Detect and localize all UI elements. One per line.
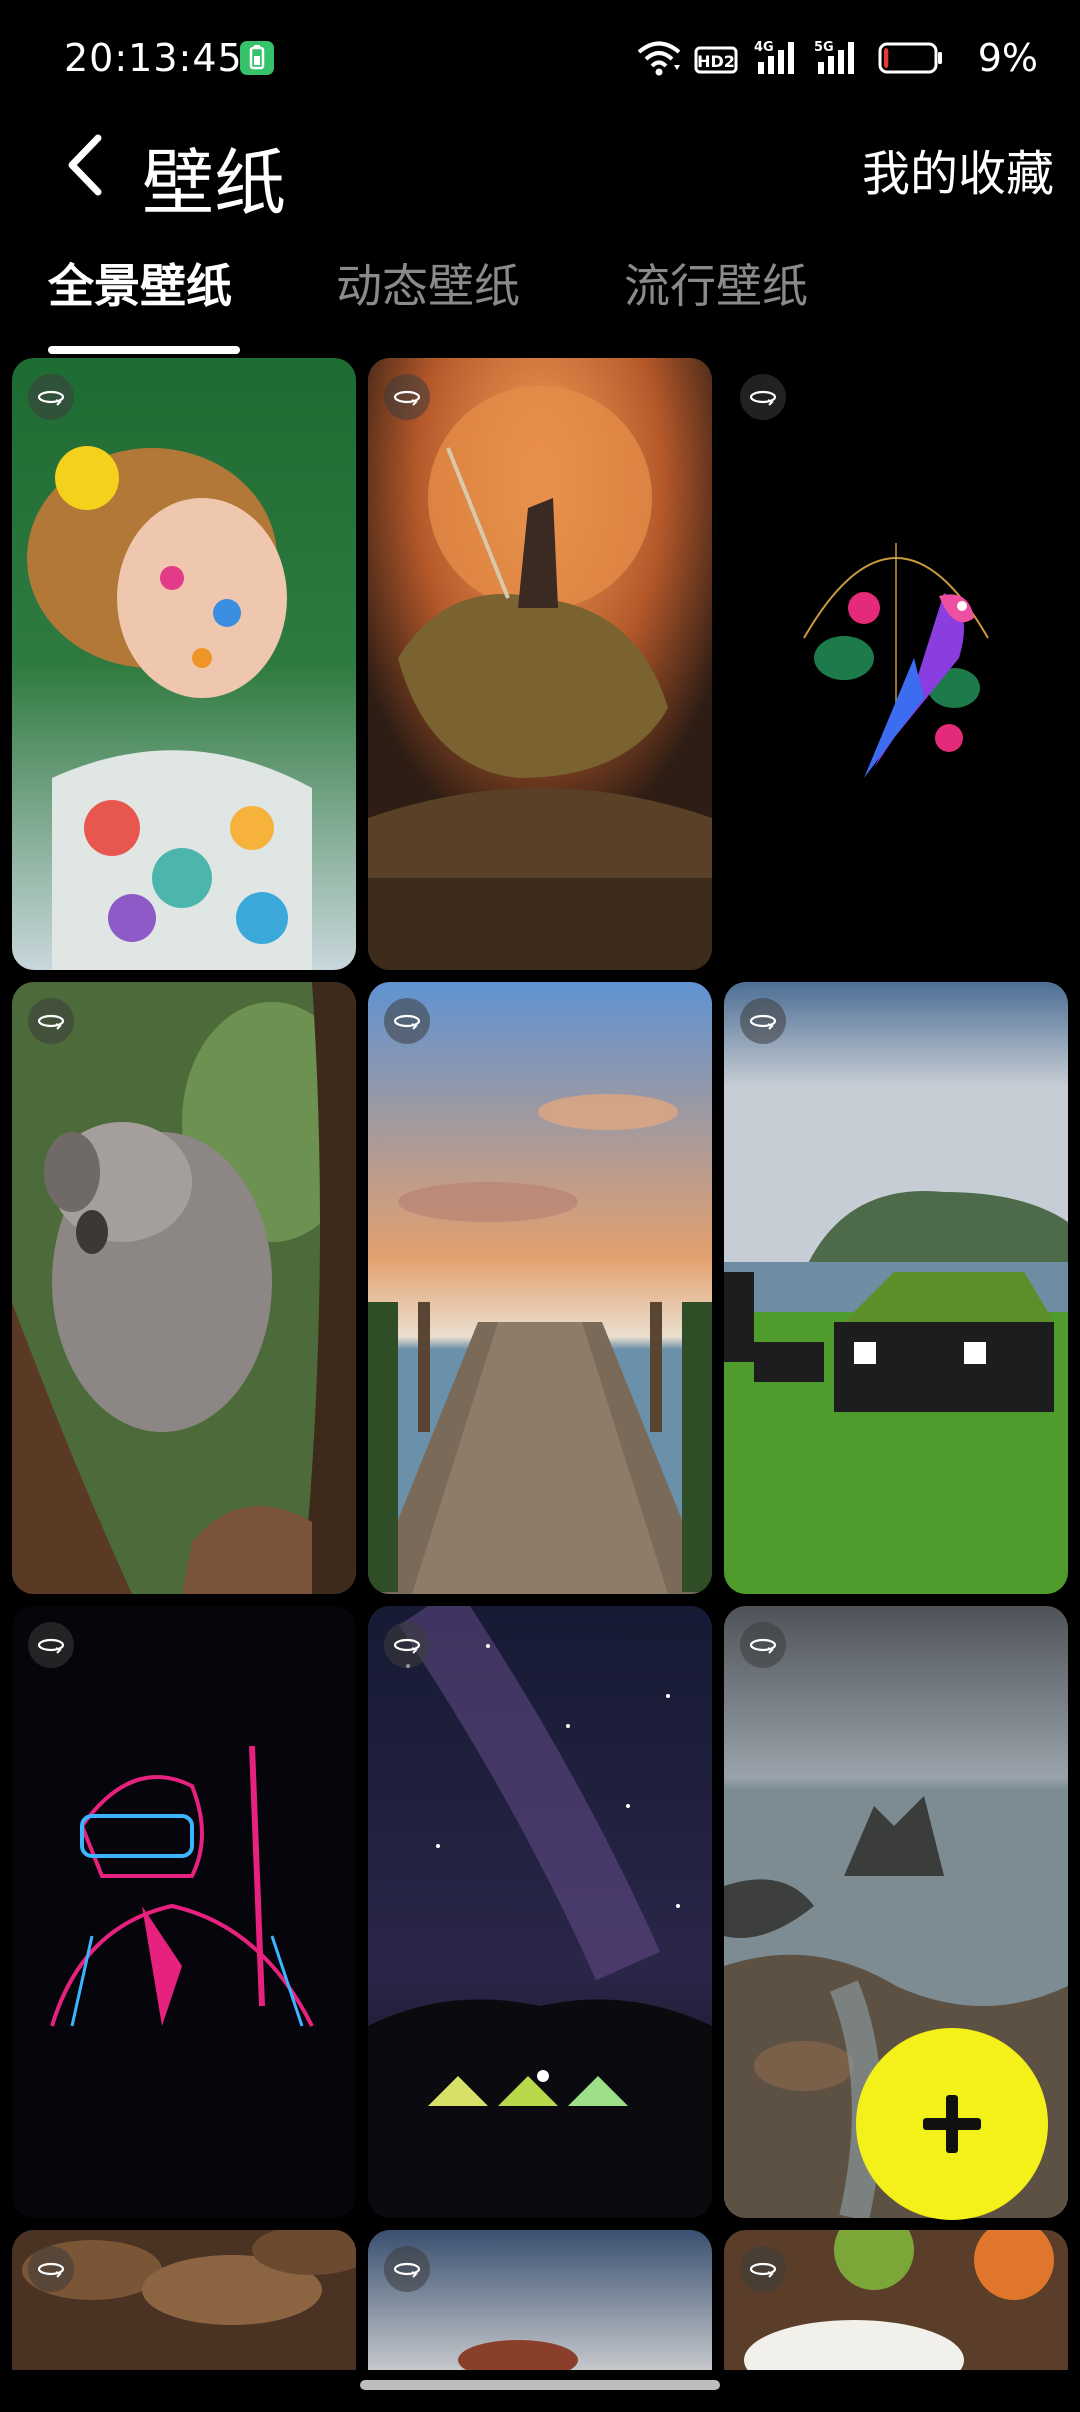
wallpaper-wooden-pier-sunset bbox=[368, 982, 712, 1594]
back-button[interactable] bbox=[40, 120, 130, 210]
wallpaper-grass-roof-houses bbox=[724, 982, 1068, 1594]
wallpaper-card[interactable] bbox=[368, 2230, 712, 2370]
clock: 20:13:45 bbox=[64, 36, 243, 80]
panorama-icon bbox=[28, 374, 74, 420]
wallpaper-neon-soldier bbox=[12, 1606, 356, 2218]
panorama-icon bbox=[740, 998, 786, 1044]
wallpaper-card[interactable] bbox=[368, 982, 712, 1594]
panorama-icon bbox=[384, 1622, 430, 1668]
active-tab-indicator bbox=[48, 346, 240, 354]
panorama-icon bbox=[740, 2246, 786, 2292]
tab-panoramic-wallpaper[interactable]: 全景壁纸 bbox=[48, 250, 232, 316]
wallpaper-card[interactable] bbox=[368, 358, 712, 970]
panorama-icon bbox=[28, 2246, 74, 2292]
wallpaper-milky-way-camping bbox=[368, 1606, 712, 2218]
hd-volte-icon: HD2 bbox=[694, 38, 738, 78]
hd-label: HD2 bbox=[697, 52, 735, 71]
wallpaper-child-painted-face bbox=[12, 358, 356, 970]
plus-icon bbox=[923, 2095, 981, 2153]
wallpaper-koala-on-tree bbox=[12, 982, 356, 1594]
page-title: 壁纸 bbox=[142, 141, 287, 225]
wallpaper-card[interactable] bbox=[724, 2230, 1068, 2370]
wallpaper-card[interactable] bbox=[12, 2230, 356, 2370]
panorama-icon bbox=[28, 1622, 74, 1668]
battery-icon bbox=[878, 38, 944, 78]
wallpaper-card[interactable] bbox=[724, 982, 1068, 1594]
panorama-icon bbox=[384, 374, 430, 420]
wallpaper-card[interactable] bbox=[12, 358, 356, 970]
add-wallpaper-button[interactable] bbox=[856, 2028, 1048, 2220]
panorama-icon bbox=[740, 374, 786, 420]
wallpaper-card[interactable] bbox=[724, 358, 1068, 970]
tab-live-wallpaper[interactable]: 动态壁纸 bbox=[336, 250, 520, 316]
signal-4g-icon: 4G bbox=[754, 38, 804, 78]
wallpaper-card[interactable] bbox=[368, 1606, 712, 2218]
wallpaper-card[interactable] bbox=[12, 1606, 356, 2218]
my-favorites-link[interactable]: 我的收藏 bbox=[862, 134, 1054, 204]
wallpaper-card[interactable] bbox=[12, 982, 356, 1594]
5g-label: 5G bbox=[814, 40, 834, 55]
panorama-icon bbox=[28, 998, 74, 1044]
status-bar: 20:13:45 HD2 4G 5G 9% bbox=[0, 0, 1080, 120]
panorama-icon bbox=[384, 2246, 430, 2292]
4g-label: 4G bbox=[754, 40, 774, 55]
wallpaper-warrior-riding-beast bbox=[368, 358, 712, 970]
tab-bar: 全景壁纸 动态壁纸 流行壁纸 bbox=[0, 250, 1080, 360]
home-indicator[interactable] bbox=[360, 2380, 720, 2390]
wallpaper-neon-parrot bbox=[724, 358, 1068, 970]
battery-percent: 9% bbox=[977, 36, 1038, 80]
app-bar: 壁纸 我的收藏 bbox=[0, 120, 1080, 230]
wifi-icon bbox=[636, 38, 682, 78]
signal-5g-icon: 5G bbox=[814, 38, 864, 78]
tab-popular-wallpaper[interactable]: 流行壁纸 bbox=[624, 250, 808, 316]
chevron-left-icon bbox=[68, 134, 102, 196]
panorama-icon bbox=[384, 998, 430, 1044]
battery-saver-icon bbox=[238, 38, 276, 78]
panorama-icon bbox=[740, 1622, 786, 1668]
